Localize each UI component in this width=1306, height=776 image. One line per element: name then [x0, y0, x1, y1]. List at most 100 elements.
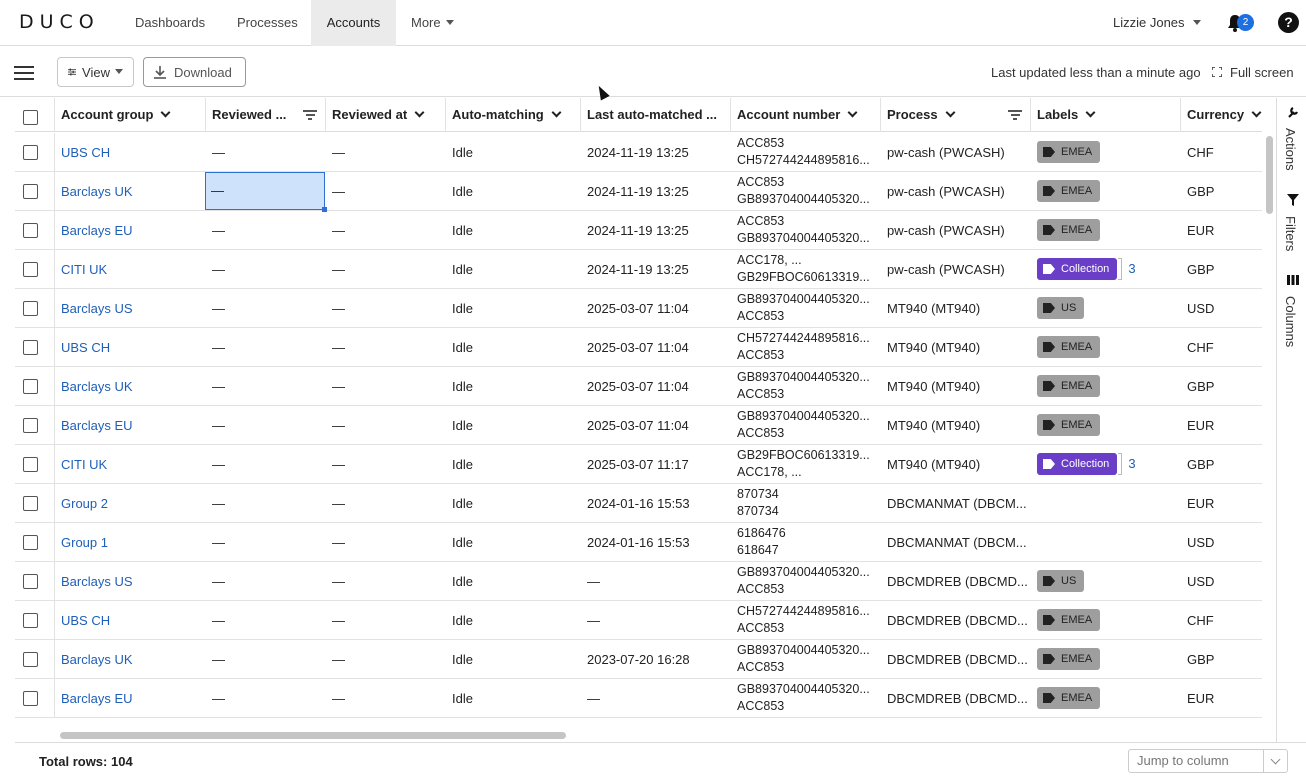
table-row[interactable]: Barclays US — — Idle — GB893704004405320... AC… — [15, 562, 1262, 601]
label-tag[interactable]: US — [1037, 570, 1085, 592]
select-all-checkbox[interactable] — [23, 110, 38, 125]
table-row[interactable]: Barclays EU — — Idle 2024-11-19 13:25 ACC853 G… — [15, 211, 1262, 250]
table-row[interactable]: UBS CH — — Idle 2024-11-19 13:25 ACC853 CH5727… — [15, 133, 1262, 172]
menu-icon[interactable] — [14, 66, 34, 80]
more-labels-count[interactable]: 3 — [1128, 258, 1135, 280]
account-group-cell[interactable]: Barclays UK — [55, 640, 206, 679]
table-row[interactable]: CITI UK — — Idle 2024-11-19 13:25 ACC178, ...… — [15, 250, 1262, 289]
label-tag[interactable]: EMEA — [1037, 336, 1101, 358]
table-row[interactable]: Group 1— — Idle 2024-01-16 15:53 6186476 6186… — [15, 523, 1262, 562]
label-tag[interactable]: EMEA — [1037, 180, 1101, 202]
label-tag[interactable]: Collection — [1037, 453, 1118, 475]
table-row[interactable]: Barclays UK — — Idle 2025-03-07 11:04 GB89370… — [15, 367, 1262, 406]
row-checkbox[interactable] — [23, 691, 38, 706]
last-auto-matched-cell: — — [587, 613, 600, 628]
row-checkbox[interactable] — [23, 145, 38, 160]
account-group-cell[interactable]: Barclays US — [55, 289, 206, 328]
row-checkbox[interactable] — [23, 496, 38, 511]
vertical-scrollbar-thumb[interactable] — [1266, 136, 1273, 214]
row-checkbox[interactable] — [23, 340, 38, 355]
column-header-reviewed[interactable]: Reviewed ... — [206, 98, 326, 132]
column-header-process[interactable]: Process — [881, 98, 1031, 132]
columns-icon — [1287, 275, 1299, 285]
column-header-currency[interactable]: Currency — [1181, 98, 1262, 132]
account-group-cell[interactable]: Group 2 — [55, 484, 206, 523]
label-tag[interactable]: EMEA — [1037, 141, 1101, 163]
duco-logo[interactable]: DUCO — [19, 11, 100, 33]
row-checkbox[interactable] — [23, 223, 38, 238]
label-tag[interactable]: EMEA — [1037, 219, 1101, 241]
nav-tab-more[interactable]: More — [399, 0, 466, 46]
fill-handle[interactable] — [322, 207, 327, 212]
label-tag[interactable]: US — [1037, 297, 1085, 319]
row-checkbox[interactable] — [23, 418, 38, 433]
toolbar: View Download Last updated less than a m… — [0, 47, 1306, 97]
more-labels-count[interactable]: 3 — [1128, 453, 1135, 475]
table-row[interactable]: Barclays US — — Idle 2025-03-07 11:04 GB89370… — [15, 289, 1262, 328]
table-row[interactable]: UBS CH — — Idle 2025-03-07 11:04 CH5727442448… — [15, 328, 1262, 367]
vertical-scrollbar[interactable] — [1264, 132, 1274, 744]
nav-tab-processes[interactable]: Processes — [225, 0, 310, 46]
account-group-cell[interactable]: Barclays EU — [55, 679, 206, 718]
account-group-cell[interactable]: CITI UK — [55, 250, 206, 289]
table-row[interactable]: Barclays UK — — Idle 2023-07-20 16:28 GB89370… — [15, 640, 1262, 679]
row-checkbox[interactable] — [23, 184, 38, 199]
label-tag[interactable]: EMEA — [1037, 375, 1101, 397]
user-menu[interactable]: Lizzie Jones — [1113, 0, 1201, 46]
account-group-cell[interactable]: Barclays UK — [55, 367, 206, 406]
column-header-reviewed-at[interactable]: Reviewed at — [326, 98, 446, 132]
view-button[interactable]: View — [57, 57, 134, 87]
column-header-last-auto-matched[interactable]: Last auto-matched ... — [581, 98, 731, 132]
auto-matching-cell: Idle — [452, 301, 473, 316]
side-tab-actions[interactable]: Actions — [1283, 128, 1298, 171]
table-row[interactable]: Barclays UK——Idle2024-11-19 13:25ACC853G… — [15, 172, 1262, 211]
jump-to-column-select[interactable]: Jump to column — [1128, 749, 1288, 773]
table-row[interactable]: CITI UK — — Idle 2025-03-07 11:17 GB29FBOC606… — [15, 445, 1262, 484]
filter-icon[interactable] — [1008, 110, 1022, 120]
help-icon[interactable]: ? — [1278, 12, 1299, 33]
account-group-cell[interactable]: UBS CH — [55, 601, 206, 640]
account-group-cell[interactable]: Barclays US — [55, 562, 206, 601]
horizontal-scrollbar-thumb[interactable] — [60, 732, 566, 739]
account-group-cell[interactable]: Group 1 — [55, 523, 206, 562]
download-button[interactable]: Download — [143, 57, 246, 87]
account-group-cell[interactable]: UBS CH — [55, 133, 206, 172]
table-row[interactable]: Group 2— — Idle 2024-01-16 15:53 870734 87073… — [15, 484, 1262, 523]
row-checkbox[interactable] — [23, 613, 38, 628]
row-checkbox[interactable] — [23, 535, 38, 550]
table-row[interactable]: Barclays EU — — Idle — GB893704004405320... AC… — [15, 679, 1262, 718]
auto-matching-cell: Idle — [452, 496, 473, 511]
label-tag[interactable]: Collection — [1037, 258, 1118, 280]
account-group-cell[interactable]: CITI UK — [55, 445, 206, 484]
row-checkbox[interactable] — [23, 457, 38, 472]
nav-tab-dashboards[interactable]: Dashboards — [123, 0, 217, 46]
chevron-down-icon — [551, 107, 562, 118]
labels-cell: EMEA — [1031, 406, 1181, 445]
row-checkbox[interactable] — [23, 379, 38, 394]
side-tab-filters[interactable]: Filters — [1283, 216, 1298, 251]
row-checkbox[interactable] — [23, 574, 38, 589]
label-tag[interactable]: EMEA — [1037, 648, 1101, 670]
column-header-account-number[interactable]: Account number — [731, 98, 881, 132]
row-checkbox[interactable] — [23, 262, 38, 277]
table-row[interactable]: Barclays EU — — Idle 2025-03-07 11:04 GB89370… — [15, 406, 1262, 445]
fullscreen-button[interactable]: Full screen — [1211, 65, 1294, 80]
account-group-cell[interactable]: Barclays UK — [55, 172, 206, 211]
row-checkbox[interactable] — [23, 301, 38, 316]
horizontal-scrollbar[interactable] — [60, 730, 1260, 740]
nav-tab-accounts[interactable]: Accounts — [311, 0, 396, 46]
column-header-auto-matching[interactable]: Auto-matching — [446, 98, 581, 132]
account-group-cell[interactable]: Barclays EU — [55, 406, 206, 445]
column-header-account-group[interactable]: Account group — [55, 98, 206, 132]
table-row[interactable]: UBS CH — — Idle — CH572744244895816... ACC853 D… — [15, 601, 1262, 640]
filter-icon[interactable] — [303, 110, 317, 120]
selected-cell[interactable]: — — [205, 172, 327, 212]
label-tag[interactable]: EMEA — [1037, 687, 1101, 709]
account-group-cell[interactable]: UBS CH — [55, 328, 206, 367]
column-header-labels[interactable]: Labels — [1031, 98, 1181, 132]
label-tag[interactable]: EMEA — [1037, 609, 1101, 631]
side-tab-columns[interactable]: Columns — [1283, 296, 1298, 347]
account-group-cell[interactable]: Barclays EU — [55, 211, 206, 250]
label-tag[interactable]: EMEA — [1037, 414, 1101, 436]
row-checkbox[interactable] — [23, 652, 38, 667]
